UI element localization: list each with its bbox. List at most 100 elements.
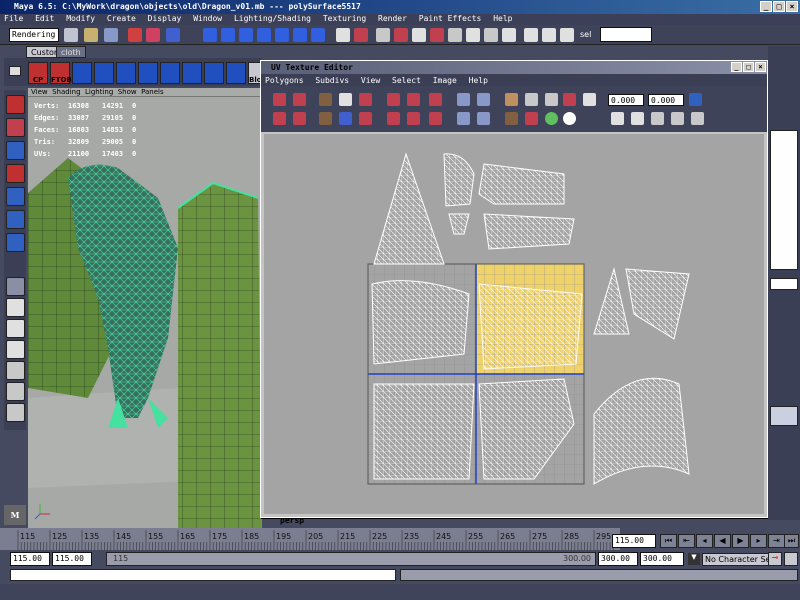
mask-icon-5[interactable] [275,28,289,42]
layout-four-icon[interactable] [6,298,25,317]
uv-flip-u-icon[interactable] [273,93,286,106]
step-back-frame-icon[interactable]: ◂ [696,534,713,548]
start-time-field[interactable]: 115.00 [10,552,50,566]
play-forward-icon[interactable]: ▶ [732,534,749,548]
mask-icon-4[interactable] [257,28,271,42]
menu-paint-effects[interactable]: Paint Effects [419,14,482,23]
playback-start-field[interactable]: 115.00 [52,552,92,566]
play-backward-icon[interactable]: ◀ [714,534,731,548]
uv-menu-polygons[interactable]: Polygons [265,76,304,85]
uv-sew-icon[interactable] [339,93,352,106]
render-globals-icon[interactable] [542,28,556,42]
uv-cut-icon[interactable] [319,93,332,106]
shelf-cp-button[interactable]: CP [28,62,48,84]
uv-rotate-left-icon[interactable] [387,93,400,106]
menu-edit[interactable]: Edit [35,14,54,23]
menu-modify[interactable]: Modify [66,14,95,23]
uv-align2-icon[interactable] [407,112,420,125]
rotate-tool-icon[interactable] [6,187,25,206]
uv-close-button[interactable]: × [755,62,766,72]
uv-split-icon[interactable] [319,112,332,125]
vp-menu-shading[interactable]: Shading [52,88,80,96]
uv-rotate-right-icon[interactable] [407,93,420,106]
uv-refresh-icon[interactable] [689,93,702,106]
snap-point-icon[interactable] [376,28,390,42]
uv-paste-u-icon[interactable] [651,112,664,125]
shelf-tab-cloth[interactable]: cloth [56,46,86,58]
input-icon[interactable] [448,28,462,42]
character-set-label[interactable]: No Character Set [702,553,777,566]
history-icon[interactable] [430,28,444,42]
step-forward-key-icon[interactable]: ⇥ [768,534,785,548]
menu-window[interactable]: Window [193,14,222,23]
shelf-icon-3[interactable] [72,62,92,84]
character-set-dropdown-icon[interactable]: ▼ [688,553,700,565]
uv-menu-help[interactable]: Help [469,76,488,85]
go-to-start-icon[interactable]: ⏮ [660,534,677,548]
auto-key-icon[interactable]: ⊸ [768,552,782,566]
layout-graph-icon[interactable] [6,361,25,380]
maximize-button[interactable]: □ [773,1,785,12]
shelf-icon-9[interactable] [204,62,224,84]
close-button[interactable]: × [786,1,798,12]
layer-panel[interactable] [770,406,798,426]
menu-lighting-shading[interactable]: Lighting/Shading [234,14,311,23]
move-tool-icon[interactable] [6,164,25,183]
shelf-icon-4[interactable] [94,62,114,84]
uv-flip-v-icon[interactable] [293,93,306,106]
open-scene-icon[interactable] [84,28,98,42]
command-input[interactable] [10,569,396,581]
range-bar[interactable]: 115 300.00 [106,552,596,566]
layout-hypershade-icon[interactable] [6,382,25,401]
snap-curve-icon[interactable] [354,28,368,42]
step-back-key-icon[interactable]: ⇤ [678,534,695,548]
lasso-tool-icon[interactable] [6,118,25,137]
playback-end-field[interactable]: 300.00 [598,552,638,566]
vp-menu-view[interactable]: View [31,88,48,96]
scale-tool-icon[interactable] [6,210,25,229]
uv-cycle-icon-3[interactable] [691,112,704,125]
shelf-icon-5[interactable] [116,62,136,84]
snap-live-icon[interactable] [412,28,426,42]
go-to-end-icon[interactable]: ⏭ [784,534,799,548]
uv-menu-image[interactable]: Image [433,76,457,85]
menu-help[interactable]: Help [493,14,512,23]
panel-controls[interactable] [771,48,797,88]
uv-move-sew-icon[interactable] [359,93,372,106]
uv-menu-view[interactable]: View [361,76,380,85]
uv-isolate-icon[interactable] [457,112,470,125]
menu-set-dropdown[interactable]: Rendering [9,28,59,42]
perspective-viewport[interactable]: View Shading Lighting Show Panels Verts:… [28,88,262,528]
uv-shade-icon[interactable] [505,112,518,125]
current-frame-field[interactable]: 115.00 [612,534,656,548]
uv-pixel-snap-icon[interactable] [563,93,576,106]
uv-snap-icon[interactable] [477,93,490,106]
uv-menu-select[interactable]: Select [392,76,421,85]
shelf-icon-7[interactable] [160,62,180,84]
uv-paste-icon[interactable] [631,112,644,125]
uv-dim-image-icon[interactable] [525,93,538,106]
output-icon[interactable] [466,28,480,42]
uv-grid-display-icon[interactable] [545,93,558,106]
select-object-icon[interactable] [146,28,160,42]
time-slider[interactable]: 115 125 135 145 155 165 175 185 195 205 215 225 235 2… [0,528,620,550]
end-time-field[interactable]: 300.00 [640,552,684,566]
render-frame-icon[interactable] [502,28,516,42]
step-forward-frame-icon[interactable]: ▸ [750,534,767,548]
layout-two-icon[interactable] [6,319,25,338]
mask-icon-7[interactable] [311,28,325,42]
uv-layout-icon[interactable] [429,112,442,125]
paint-select-tool-icon[interactable] [6,141,25,160]
select-hierarchy-icon[interactable] [128,28,142,42]
mask-icon-2[interactable] [221,28,235,42]
new-scene-icon[interactable] [64,28,78,42]
mask-icon-1[interactable] [203,28,217,42]
mask-icon-3[interactable] [239,28,253,42]
uv-align-icon[interactable] [387,112,400,125]
uv-cycle-icon[interactable] [273,112,286,125]
uv-canvas[interactable] [264,134,764,514]
menu-file[interactable]: File [4,14,23,23]
uv-relax-icon[interactable] [359,112,372,125]
menu-texturing[interactable]: Texturing [323,14,366,23]
uv-copy-icon[interactable] [611,112,624,125]
